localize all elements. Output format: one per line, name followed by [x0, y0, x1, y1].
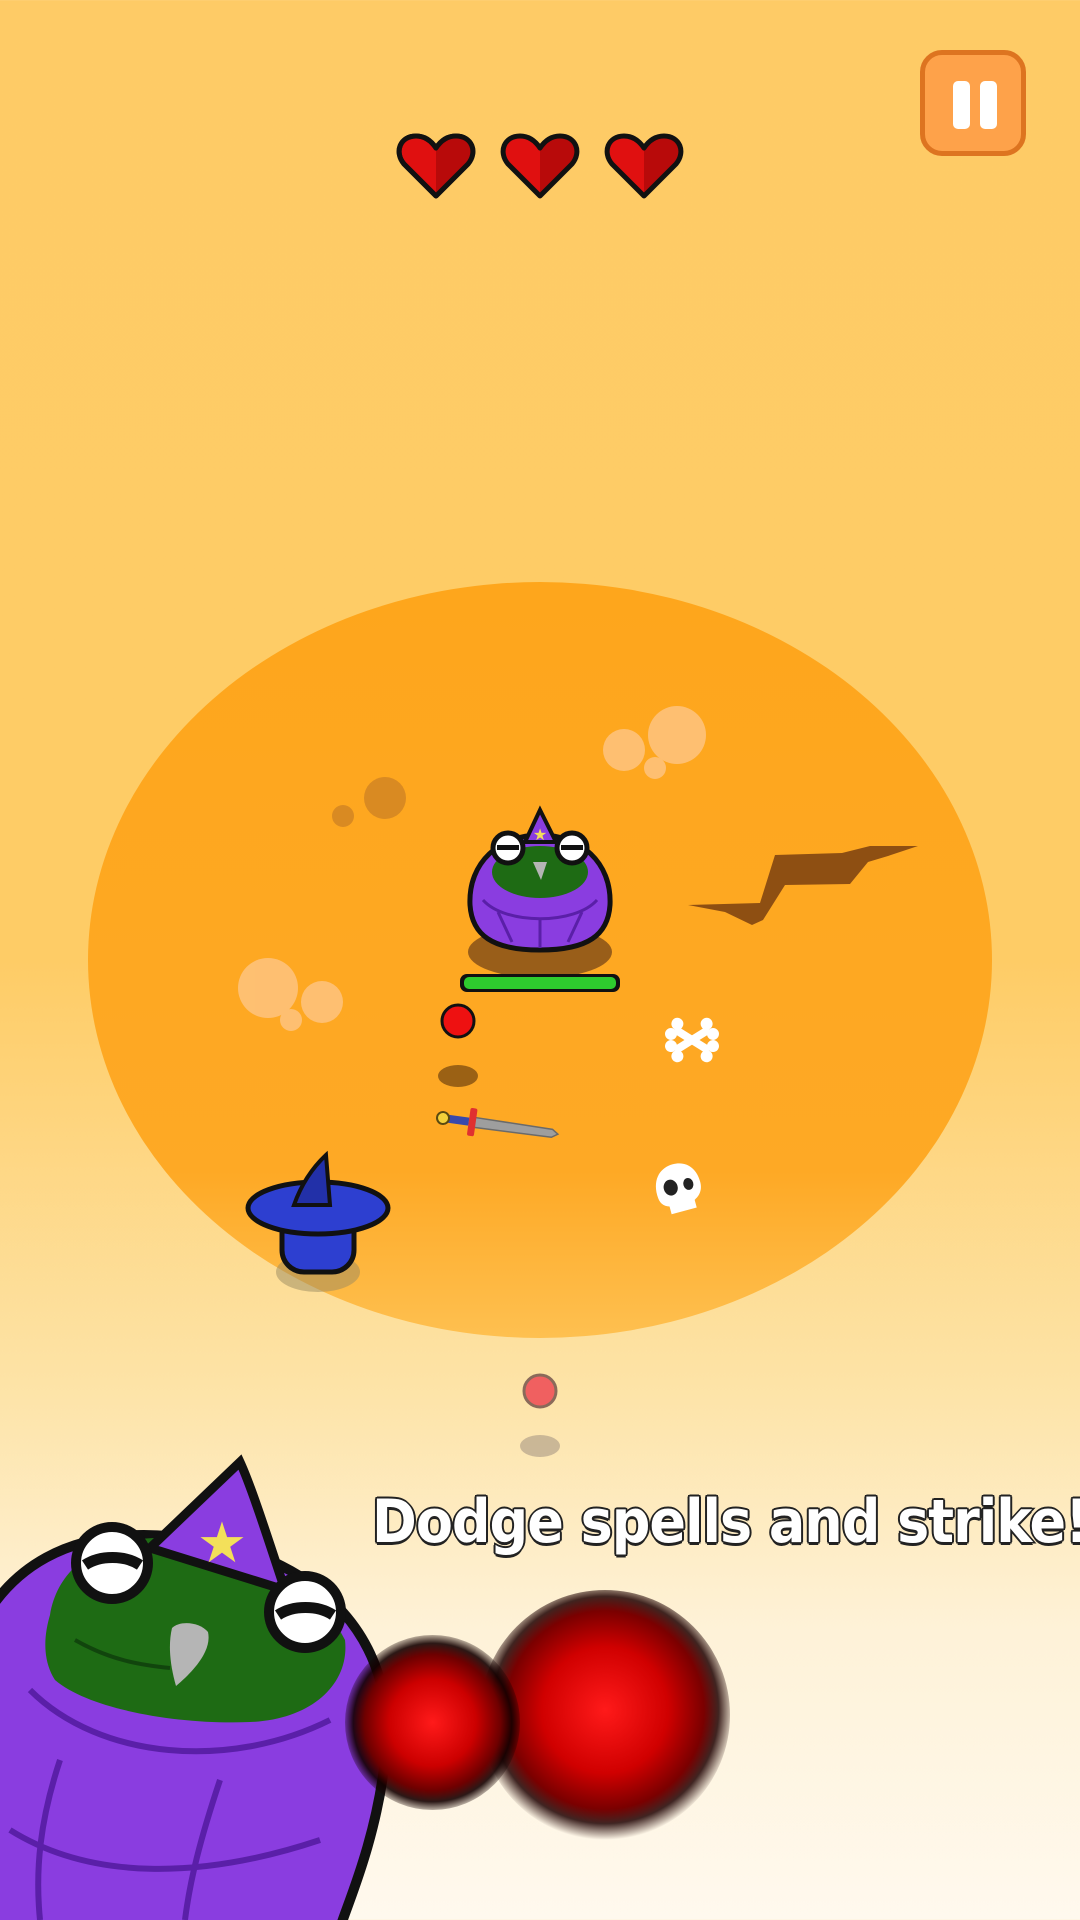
svg-text:★: ★: [197, 1511, 247, 1576]
heart-icon: [604, 133, 684, 199]
projectile-shadow: [520, 1435, 560, 1457]
pause-icon-bar: [980, 81, 997, 129]
promo-fireball-small: [345, 1635, 520, 1810]
pause-button[interactable]: [920, 50, 1026, 156]
projectile: [522, 1373, 558, 1409]
heart-icon: [500, 133, 580, 199]
game-screen: { "hud": { "lives": 3, "max_lives": 3, "…: [0, 0, 1080, 1920]
promo-frog-wizard-art: ★: [0, 1454, 392, 1920]
heart-icon: [396, 133, 476, 199]
svg-text:★: ★: [533, 825, 547, 844]
projectile: [440, 1003, 476, 1039]
boss-health-bar-fill: [464, 977, 616, 989]
projectile-shadow: [438, 1065, 478, 1087]
promo-tagline: Dodge spells and strike!: [371, 1486, 1080, 1559]
lives-hearts: [396, 130, 684, 206]
pause-icon: [953, 81, 970, 129]
